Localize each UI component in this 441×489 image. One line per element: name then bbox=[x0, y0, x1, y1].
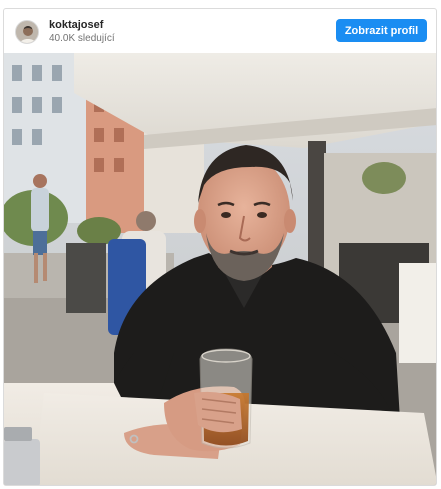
post-card: koktajosef 40.0K sledující Zobrazit prof… bbox=[3, 8, 437, 486]
username[interactable]: koktajosef bbox=[49, 18, 115, 32]
user-info: koktajosef 40.0K sledující bbox=[49, 18, 115, 45]
follower-count: 40.0K sledující bbox=[49, 33, 115, 44]
post-photo bbox=[4, 53, 436, 485]
view-profile-button[interactable]: Zobrazit profil bbox=[336, 19, 427, 42]
post-header: koktajosef 40.0K sledující Zobrazit prof… bbox=[4, 9, 436, 55]
avatar[interactable] bbox=[15, 20, 39, 44]
avatar-image bbox=[16, 21, 38, 43]
